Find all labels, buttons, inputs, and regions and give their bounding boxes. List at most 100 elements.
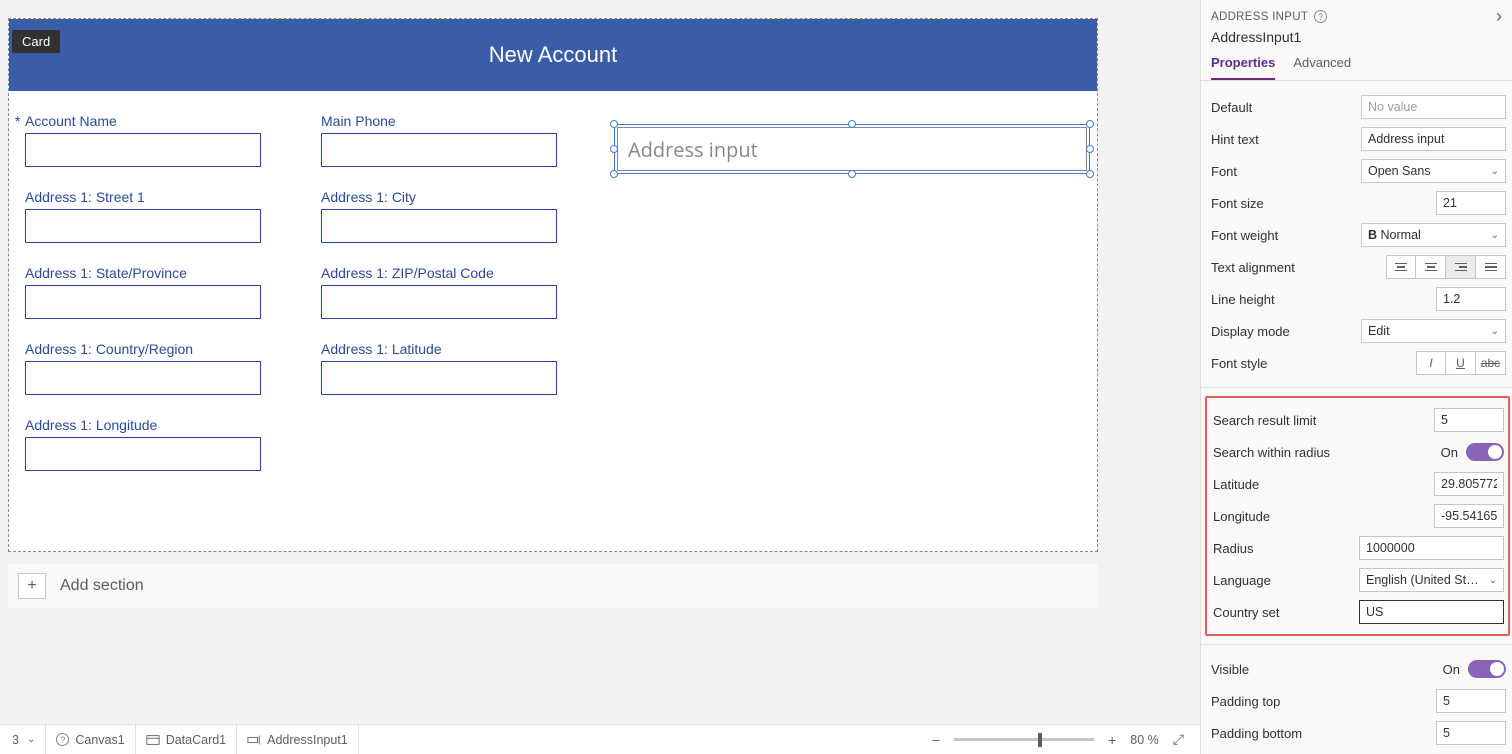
collapse-panel-icon[interactable]: › [1496,6,1502,27]
breadcrumb-canvas[interactable]: ? Canvas1 [46,725,135,754]
prop-countryset-input[interactable] [1359,600,1504,624]
breadcrumb-label: DataCard1 [166,733,226,747]
field-street[interactable]: Address 1: Street 1 [21,185,311,243]
zoom-in-button[interactable]: + [1108,732,1116,748]
longitude-input[interactable] [25,437,261,471]
breadcrumb-label: 3 [12,733,19,747]
tab-properties[interactable]: Properties [1211,49,1275,80]
zoom-slider[interactable] [954,738,1094,741]
align-justify-button[interactable] [1476,255,1506,279]
prop-searchlimit-label: Search result limit [1213,413,1316,428]
italic-button[interactable]: I [1416,351,1446,375]
field-country[interactable]: Address 1: Country/Region [21,337,311,395]
prop-language-value: English (United States) [1366,573,1484,587]
prop-align-label: Text alignment [1211,260,1295,275]
field-phone[interactable]: Main Phone [317,109,607,167]
prop-searchlimit-input[interactable] [1434,408,1504,432]
visible-toggle[interactable] [1468,660,1506,678]
prop-fontsize-label: Font size [1211,196,1264,211]
prop-lineheight-input[interactable] [1436,287,1506,311]
tooltip-card: Card [12,30,60,53]
form-card[interactable]: New Account * Account Name Address 1: St… [8,18,1098,552]
prop-fontsize-input[interactable] [1436,191,1506,215]
zoom-handle[interactable] [1038,733,1042,747]
prop-lon-input[interactable] [1434,504,1504,528]
breadcrumb-label: Canvas1 [75,733,124,747]
highlighted-properties-group: Search result limit Search within radius… [1205,396,1510,636]
street-input[interactable] [25,209,261,243]
add-section-button[interactable]: + Add section [8,564,1098,608]
country-input[interactable] [25,361,261,395]
properties-panel: ADDRESS INPUT ? › AddressInput1 Properti… [1200,0,1512,754]
input-icon [247,733,261,747]
address-input-control[interactable]: Address input [617,127,1087,171]
searchradius-toggle[interactable] [1466,443,1504,461]
state-input[interactable] [25,285,261,319]
prop-lat-input[interactable] [1434,472,1504,496]
prop-fontweight-select[interactable]: B Normal ⌄ [1361,223,1506,247]
resize-handle-icon[interactable] [848,170,856,178]
field-label: Address 1: Latitude [321,341,603,357]
align-right-button[interactable] [1446,255,1476,279]
field-account-name[interactable]: * Account Name [21,109,311,167]
resize-handle-icon[interactable] [610,120,618,128]
account-name-input[interactable] [25,133,261,167]
prop-fontweight-label: Font weight [1211,228,1278,243]
field-zip[interactable]: Address 1: ZIP/Postal Code [317,261,607,319]
resize-handle-icon[interactable] [610,170,618,178]
prop-padbot-label: Padding bottom [1211,726,1302,741]
form-title: New Account [489,42,617,68]
fullscreen-icon[interactable]: ⤢ [1173,731,1184,748]
field-label: Address 1: State/Province [25,265,307,281]
prop-visible-label: Visible [1211,662,1249,677]
field-label: Main Phone [321,113,603,129]
address-input-box[interactable]: Address input [617,127,1087,171]
prop-fontstyle-group: I U abc [1416,351,1506,375]
help-icon: ? [56,733,69,746]
prop-radius-input[interactable] [1359,536,1504,560]
strikethrough-button[interactable]: abc [1476,351,1506,375]
resize-handle-icon[interactable] [1086,120,1094,128]
field-state[interactable]: Address 1: State/Province [21,261,311,319]
panel-header-label: ADDRESS INPUT [1211,11,1308,23]
prop-align-group [1386,255,1506,279]
field-city[interactable]: Address 1: City [317,185,607,243]
resize-handle-icon[interactable] [610,145,618,153]
card-icon [146,733,160,747]
required-star-icon: * [15,113,20,129]
underline-button[interactable]: U [1446,351,1476,375]
align-center-button[interactable] [1416,255,1446,279]
phone-input[interactable] [321,133,557,167]
resize-handle-icon[interactable] [1086,170,1094,178]
field-label: Address 1: ZIP/Postal Code [321,265,603,281]
breadcrumb-addressinput[interactable]: AddressInput1 [237,725,359,754]
prop-default-input[interactable] [1361,95,1506,119]
form-header: New Account [9,19,1097,91]
chevron-down-icon: ⌄ [1491,166,1499,177]
zoom-out-button[interactable]: − [932,732,940,748]
prop-lat-label: Latitude [1213,477,1259,492]
prop-font-select[interactable]: Open Sans ⌄ [1361,159,1506,183]
field-latitude[interactable]: Address 1: Latitude [317,337,607,395]
prop-padtop-input[interactable] [1436,689,1506,713]
tab-advanced[interactable]: Advanced [1293,49,1351,80]
help-icon[interactable]: ? [1314,10,1327,23]
city-input[interactable] [321,209,557,243]
resize-handle-icon[interactable] [848,120,856,128]
prop-countryset-label: Country set [1213,605,1279,620]
plus-icon: + [18,573,46,599]
zip-input[interactable] [321,285,557,319]
align-left-button[interactable] [1386,255,1416,279]
breadcrumb-label: AddressInput1 [267,733,348,747]
resize-handle-icon[interactable] [1086,145,1094,153]
chevron-down-icon: ⌄ [1491,230,1499,241]
zoom-value: 80 % [1130,733,1159,747]
prop-language-select[interactable]: English (United States) ⌄ [1359,568,1504,592]
prop-padbot-input[interactable] [1436,721,1506,745]
prop-displaymode-select[interactable]: Edit ⌄ [1361,319,1506,343]
latitude-input[interactable] [321,361,557,395]
field-longitude[interactable]: Address 1: Longitude [21,413,311,471]
breadcrumb-datacard[interactable]: DataCard1 [136,725,237,754]
breadcrumb-root[interactable]: 3 ⌄ [8,725,46,754]
prop-hint-input[interactable] [1361,127,1506,151]
